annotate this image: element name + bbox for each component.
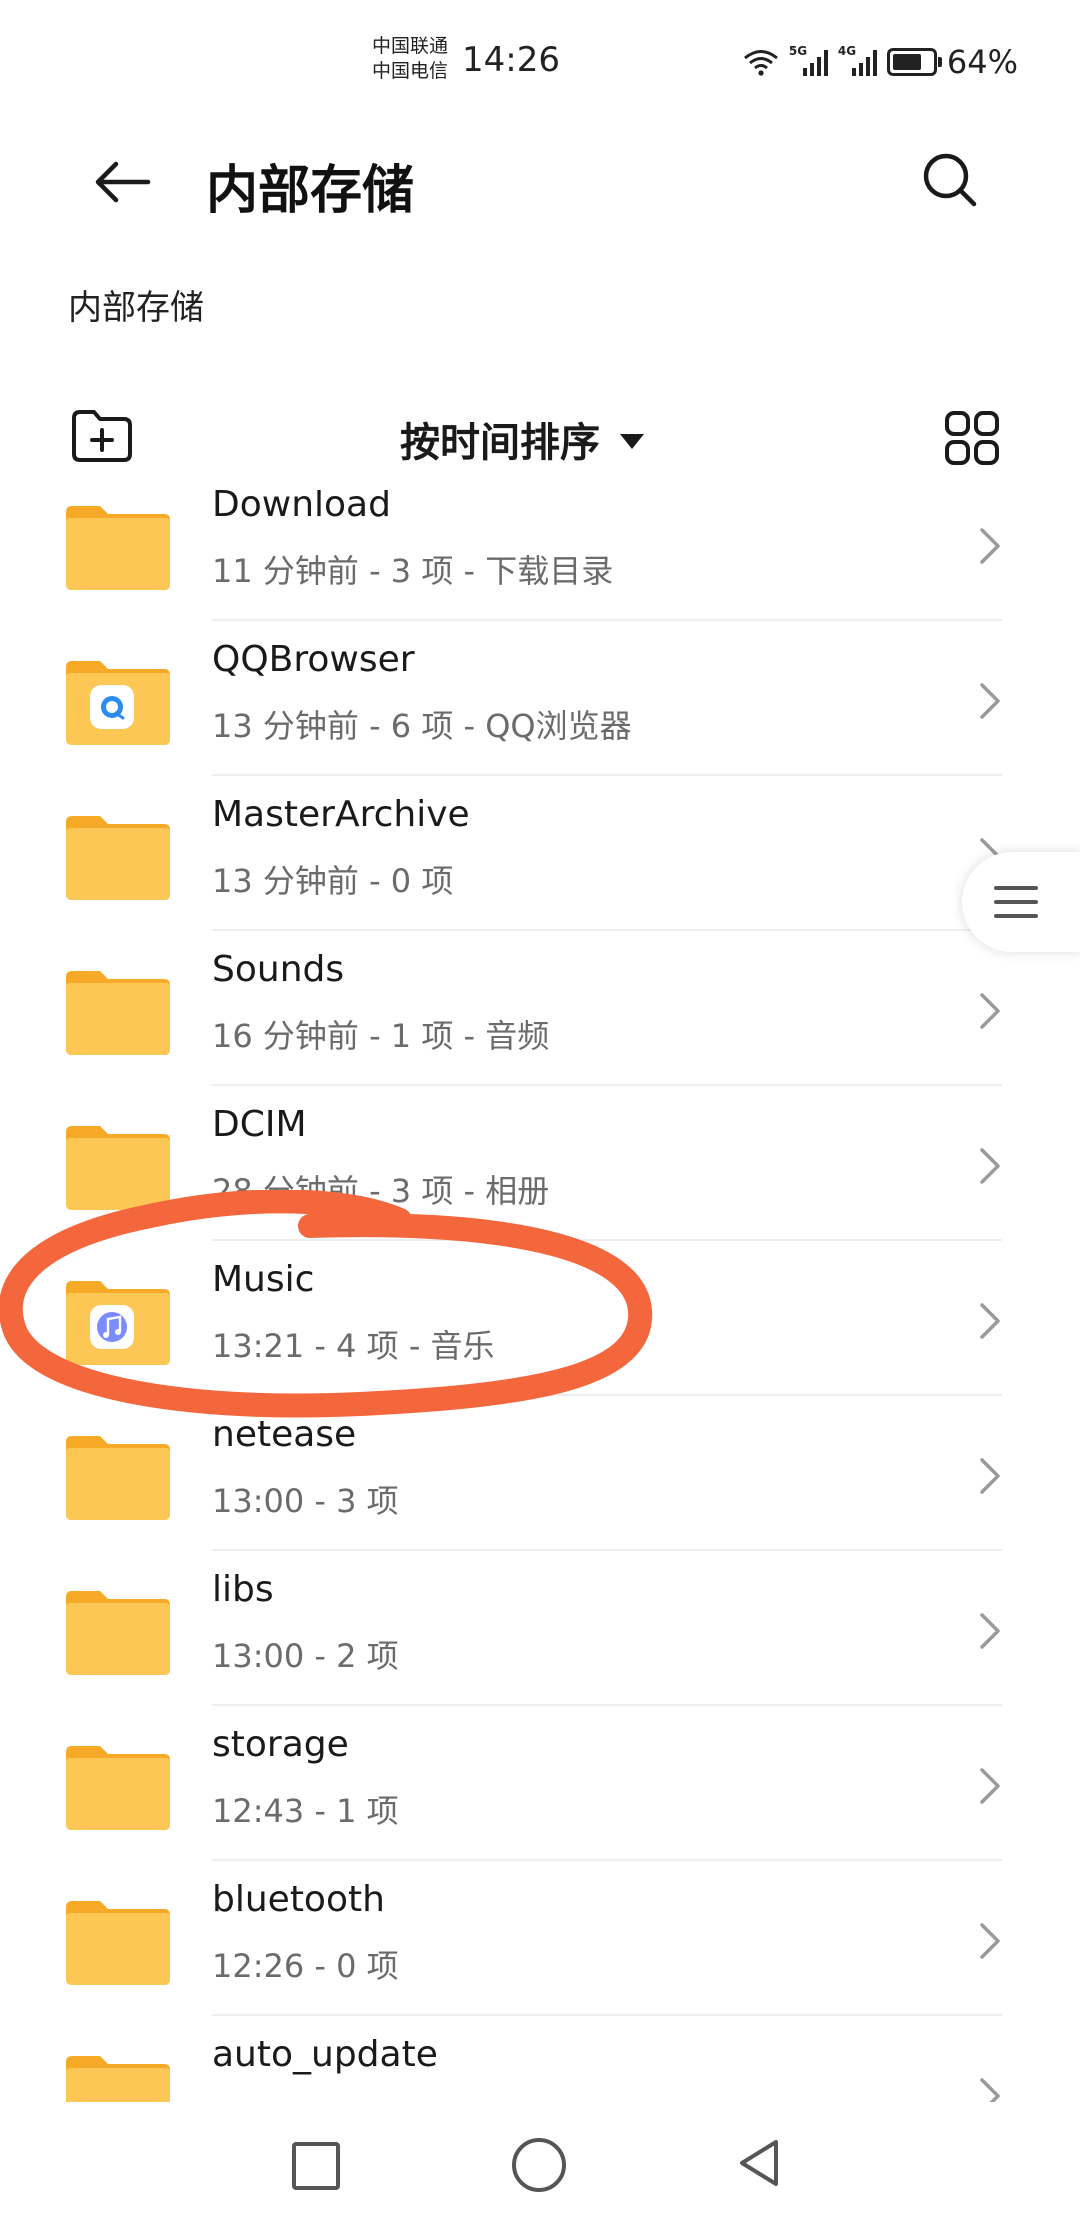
sort-label: 按时间排序 [400,420,600,466]
app-header: 内部存储 [0,120,1080,240]
folder-name: libs [212,1569,274,1610]
navigation-bar [0,2110,1080,2228]
folder-name: auto_update [212,2034,438,2075]
list-item[interactable]: QQBrowser 13 分钟前 - 6 项 - QQ浏览器 [0,621,1080,776]
caret-down-icon [620,433,644,449]
breadcrumb[interactable]: 内部存储 [68,280,204,329]
folder-icon [66,1279,170,1365]
chevron-right-icon [980,1613,1000,1649]
chevron-right-icon [980,1148,1000,1184]
folder-icon [66,814,170,900]
folder-icon [66,969,170,1055]
folder-name: storage [212,1724,349,1765]
status-time: 14:26 [462,40,560,80]
list-item[interactable]: Sounds 16 分钟前 - 1 项 - 音频 [0,931,1080,1086]
folder-name: DCIM [212,1104,307,1145]
folder-meta: 13 分钟前 - 6 项 - QQ浏览器 [212,707,632,745]
chevron-right-icon [980,1923,1000,1959]
folder-meta: 13 分钟前 - 0 项 [212,862,454,900]
menu-lines-icon [994,886,1038,918]
battery-icon [886,48,942,76]
folder-icon [66,1434,170,1520]
chevron-right-icon [980,1458,1000,1494]
toolbar: 按时间排序 [0,400,1080,480]
folder-icon [66,1899,170,1985]
folder-meta: 12:26 - 0 项 [212,1947,399,1985]
folder-meta: 12:25 - 0 项 [212,2096,399,2102]
list-item[interactable]: MasterArchive 13 分钟前 - 0 项 [0,776,1080,931]
chevron-right-icon [980,993,1000,1029]
chevron-right-icon [980,528,1000,564]
chevron-right-icon [980,1768,1000,1804]
list-item[interactable]: Music 13:21 - 4 项 - 音乐 [0,1241,1080,1396]
scroll-handle[interactable] [962,852,1080,952]
folder-meta: 12:43 - 1 项 [212,1792,399,1830]
folder-name: Sounds [212,949,345,990]
status-bar: 中国联通 中国电信 14:26 5G 4G 64% [0,0,1080,120]
folder-icon [66,1589,170,1675]
folder-meta: 28 分钟前 - 3 项 - 相册 [212,1172,550,1210]
signal-5g-icon: 5G [789,44,828,76]
folder-icon [66,1744,170,1830]
folder-meta: 16 分钟前 - 1 项 - 音频 [212,1017,550,1055]
folder-name: MasterArchive [212,794,470,835]
square-icon[interactable] [292,2142,340,2190]
folder-list: Download 11 分钟前 - 3 项 - 下载目录 QQBrowser 13 分… [0,490,1080,2102]
battery-percent: 64% [946,43,1018,81]
folder-add-icon[interactable] [70,408,134,464]
folder-meta: 13:00 - 2 项 [212,1637,399,1675]
folder-meta: 13:00 - 3 项 [212,1482,399,1520]
carrier-1: 中国联通 [372,35,449,57]
circle-icon[interactable] [512,2138,566,2192]
folder-name: netease [212,1414,357,1455]
triangle-back-icon[interactable] [736,2138,782,2188]
list-item[interactable]: auto_update 12:25 - 0 项 [0,2016,1080,2102]
folder-meta: 11 分钟前 - 3 项 - 下载目录 [212,552,614,590]
folder-meta: 13:21 - 4 项 - 音乐 [212,1327,495,1365]
chevron-right-icon [980,1303,1000,1339]
wifi-icon [743,50,778,76]
music-note-icon [90,1305,134,1349]
status-icons: 5G 4G 64% [743,43,1018,81]
list-item[interactable]: storage 12:43 - 1 项 [0,1706,1080,1861]
carrier-2: 中国电信 [372,60,449,82]
signal-4g-icon: 4G [838,44,877,76]
list-item[interactable]: netease 13:00 - 3 项 [0,1396,1080,1551]
signal-1-label: 5G [788,44,808,58]
list-item[interactable]: libs 13:00 - 2 项 [0,1551,1080,1706]
page-title: 内部存储 [206,161,415,221]
folder-icon [66,1124,170,1210]
folder-icon [66,659,170,745]
arrow-left-icon[interactable] [90,150,154,214]
list-item[interactable]: bluetooth 12:26 - 0 项 [0,1861,1080,2016]
chevron-right-icon [980,2078,1000,2102]
folder-icon [66,504,170,590]
folder-icon [66,2054,170,2102]
folder-name: bluetooth [212,1879,385,1920]
sort-dropdown[interactable]: 按时间排序 [400,410,644,468]
search-icon[interactable] [918,148,982,212]
folder-name: Download [212,490,391,525]
chevron-right-icon [980,683,1000,719]
list-item[interactable]: DCIM 28 分钟前 - 3 项 - 相册 [0,1086,1080,1241]
list-item[interactable]: Download 11 分钟前 - 3 项 - 下载目录 [0,490,1080,621]
signal-2-label: 4G [837,44,857,58]
folder-name: Music [212,1259,315,1300]
carrier-names: 中国联通 中国电信 [372,34,448,84]
grid-view-icon[interactable] [944,410,1000,466]
folder-name: QQBrowser [212,639,415,680]
qq-browser-icon [90,685,134,729]
